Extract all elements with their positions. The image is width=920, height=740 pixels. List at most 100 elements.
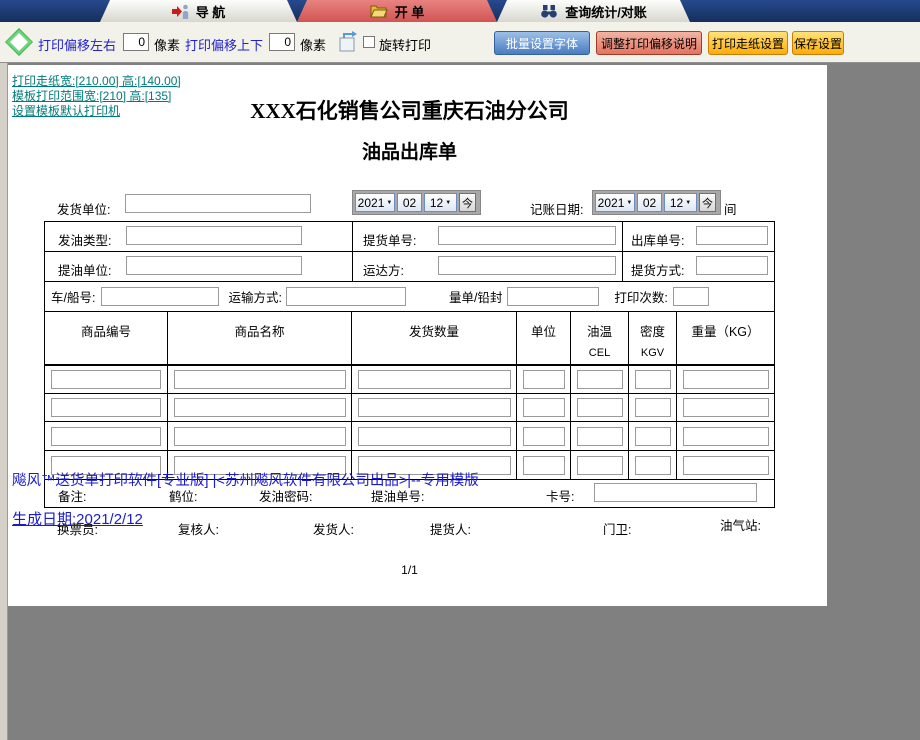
shipper-input[interactable] <box>125 194 311 213</box>
oil-type-input[interactable] <box>126 226 302 245</box>
chevron-down-icon: ▼ <box>626 199 633 206</box>
table-cell-input[interactable] <box>576 426 623 446</box>
header-oil-temp: 油温 CEL <box>571 312 629 364</box>
booking-date-label: 记账日期: <box>530 203 584 217</box>
gas-station-label: 油气站: <box>720 519 761 533</box>
oil-type-cell: 发油类型: <box>45 222 353 251</box>
header-ship-qty: 发货数量 <box>352 312 517 364</box>
destination-cell: 运达方: <box>353 252 623 281</box>
vehicle-no-input[interactable] <box>101 287 220 306</box>
outbound-no-input[interactable] <box>696 226 768 245</box>
rotate-print-checkbox[interactable] <box>363 36 375 48</box>
transport-mode-input[interactable] <box>285 287 406 306</box>
table-cell-input[interactable] <box>173 370 346 389</box>
date1-month-value: 02 <box>402 195 417 210</box>
picker-sign-label: 提货人: <box>430 523 471 537</box>
table-cell-input[interactable] <box>682 398 769 417</box>
table-cell-input[interactable] <box>576 370 623 389</box>
date1-year-select[interactable]: 2021 ▼ <box>355 193 395 212</box>
header-label: 油温 <box>586 325 612 339</box>
pickup-no-input[interactable] <box>438 226 616 245</box>
date1-day-value: 12 <box>429 195 444 210</box>
header-sublabel: CEL <box>588 347 611 359</box>
table-cell-input[interactable] <box>634 398 671 417</box>
table-cell-input[interactable] <box>173 398 346 417</box>
table-cell-input[interactable] <box>634 426 671 446</box>
print-preview-panel: 打印走纸宽:[210.00] 高:[140.00] 模板打印范围宽:[210] … <box>0 63 920 740</box>
outbound-no-label: 出库单号: <box>631 234 685 248</box>
tab-billing-label: 开 单 <box>394 4 425 20</box>
nav-arrow-person-icon <box>172 4 189 19</box>
page-number: 1/1 <box>401 563 418 577</box>
date-picker-2: 2021 ▼ 02 12 ▼ 今 <box>592 190 721 215</box>
tab-query-stats[interactable]: 查询统计/对账 <box>497 0 690 22</box>
batch-font-button[interactable]: 批量设置字体 <box>494 31 590 55</box>
generated-date-text: 生成日期:2021/2/12 <box>12 511 143 528</box>
table-cell-input[interactable] <box>522 398 565 417</box>
table-cell-input[interactable] <box>682 370 769 389</box>
table-cell-input[interactable] <box>576 455 623 475</box>
table-cell-input[interactable] <box>522 426 565 446</box>
table-cell-input[interactable] <box>682 426 769 446</box>
card-no-label: 卡号: <box>546 490 575 504</box>
after-date-text: 间 <box>724 203 737 217</box>
form-row-b: 提油单位: 运达方: 提货方式: <box>45 252 774 282</box>
tab-bar: 导 航 开 单 查询统计/对账 <box>0 0 920 22</box>
save-settings-button[interactable]: 保存设置 <box>792 31 844 55</box>
offset-lr-input[interactable] <box>123 33 149 51</box>
table-cell-input[interactable] <box>522 455 565 475</box>
table-cell-input[interactable] <box>682 455 769 475</box>
pickup-method-label: 提货方式: <box>631 264 685 278</box>
table-cell-input[interactable] <box>634 455 671 475</box>
date1-today-button[interactable]: 今 <box>459 193 476 212</box>
print-count-input[interactable] <box>672 287 709 306</box>
date2-month-select[interactable]: 02 <box>637 193 662 212</box>
form-row-a: 发油类型: 提货单号: 出库单号: <box>45 222 774 252</box>
table-cell-input[interactable] <box>51 426 161 446</box>
seal-input[interactable] <box>507 287 600 306</box>
offset-ud-input[interactable] <box>269 33 295 51</box>
pickup-method-input[interactable] <box>696 256 768 275</box>
header-density: 密度 KGV <box>629 312 677 364</box>
tab-navigation[interactable]: 导 航 <box>100 0 297 22</box>
chevron-down-icon: ▼ <box>685 199 692 206</box>
date2-day-select[interactable]: 12 ▼ <box>664 193 697 212</box>
toolbar: 打印偏移左右 像素 打印偏移上下 像素 旋转打印 批量设置字体 调整打印偏移说明… <box>0 22 920 63</box>
panel-edge <box>0 63 8 740</box>
table-cell-input[interactable] <box>51 370 161 389</box>
header-label: 商品名称 <box>234 325 285 339</box>
table-cell-input[interactable] <box>173 426 346 446</box>
date-picker-1: 2021 ▼ 02 12 ▼ 今 <box>352 190 481 215</box>
table-cell-input[interactable] <box>522 370 565 389</box>
oil-unit-input[interactable] <box>126 256 302 275</box>
date1-day-select[interactable]: 12 ▼ <box>424 193 457 212</box>
chevron-down-icon: ▼ <box>445 199 452 206</box>
destination-label: 运达方: <box>363 264 404 278</box>
tab-billing[interactable]: 开 单 <box>297 0 497 22</box>
table-cell-input[interactable] <box>357 426 511 446</box>
card-no-input[interactable] <box>594 483 757 502</box>
outbound-no-cell: 出库单号: <box>623 222 774 251</box>
table-cell-input[interactable] <box>51 398 161 417</box>
table-row <box>45 394 774 422</box>
date2-today-button[interactable]: 今 <box>699 193 716 212</box>
shipper-label: 发货单位: <box>57 203 111 217</box>
table-cell-input[interactable] <box>357 370 511 389</box>
software-watermark: 飚风™送货单打印软件[专业版] |<苏州飚风软件有限公司出品>|--专用模版 <box>12 473 479 489</box>
table-row <box>45 366 774 394</box>
pickup-method-cell: 提货方式: <box>623 252 774 281</box>
adjust-offset-button[interactable]: 调整打印偏移说明 <box>596 31 702 55</box>
header-label: 商品编号 <box>80 325 131 339</box>
table-cell-input[interactable] <box>576 398 623 417</box>
destination-input[interactable] <box>438 256 616 275</box>
date2-year-select[interactable]: 2021 ▼ <box>595 193 635 212</box>
rotate-page-icon <box>339 31 357 52</box>
diamond-icon <box>5 28 33 56</box>
paper-feed-button[interactable]: 打印走纸设置 <box>708 31 788 55</box>
outbound-form-table: 发油类型: 提货单号: 出库单号: 提油单位: 运达方: 提货方式: 车/船号:… <box>44 221 775 508</box>
date1-month-select[interactable]: 02 <box>397 193 422 212</box>
header-label: 发货数量 <box>408 325 459 339</box>
offset-lr-label: 打印偏移左右 <box>38 38 117 53</box>
table-cell-input[interactable] <box>634 370 671 389</box>
table-cell-input[interactable] <box>357 398 511 417</box>
